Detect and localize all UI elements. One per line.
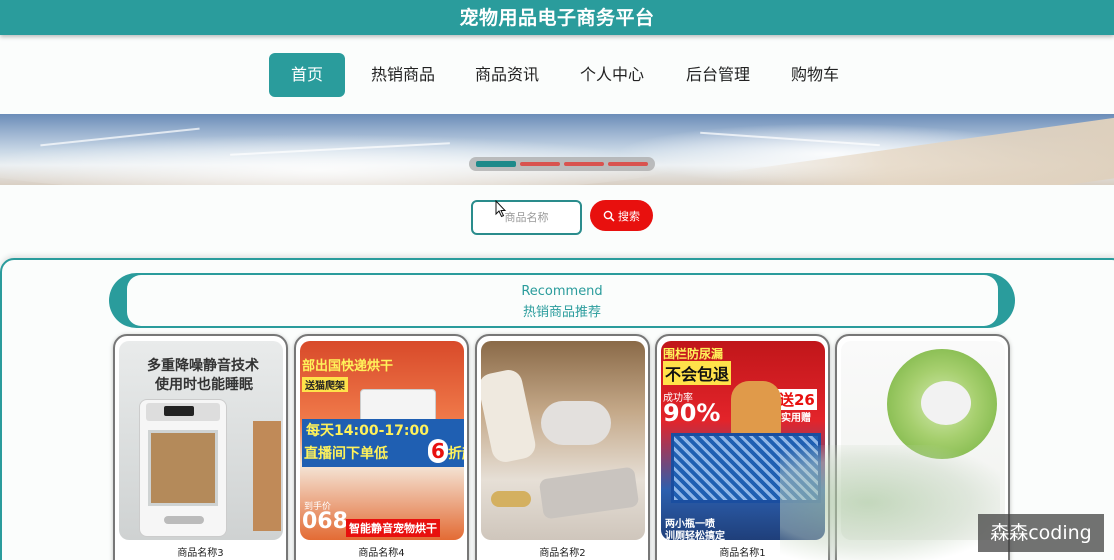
product-image-text: 直播间下单低 <box>304 446 388 462</box>
product-image-text: 训厕轻松搞定 <box>665 531 725 540</box>
carousel-dot[interactable] <box>608 162 648 166</box>
product-image-text: 送猫爬架 <box>302 377 348 392</box>
pet-tag-engraved <box>481 367 538 465</box>
product-image-text: 智能静音宠物烘干 <box>346 519 440 537</box>
product-name[interactable]: 商品名称3 <box>115 544 286 559</box>
product-card[interactable]: 商品名称2 <box>475 334 650 560</box>
product-card[interactable]: 多重降噪静音技术 使用时也能睡眠 商品名称3 <box>113 334 288 560</box>
product-image-text: 6 <box>428 439 448 463</box>
mouse-cursor-icon <box>495 200 507 218</box>
product-name[interactable]: 商品名称4 <box>296 544 467 559</box>
top-header-bar: 宠物用品电子商务平台 <box>0 0 1114 35</box>
carousel-indicators <box>469 157 655 171</box>
corgi-dog <box>731 381 781 441</box>
banner-carousel[interactable] <box>0 114 1114 185</box>
product-image-text: 送26 <box>777 389 817 410</box>
watermark: 森森coding <box>978 514 1104 552</box>
search-button[interactable]: 搜索 <box>590 200 653 231</box>
product-image-text: 90% <box>663 399 721 427</box>
nav-item-admin[interactable]: 后台管理 <box>678 53 758 97</box>
dryer-handle <box>164 516 204 524</box>
carousel-dot[interactable] <box>520 162 560 166</box>
product-image[interactable] <box>481 341 645 540</box>
product-image[interactable]: 多重降噪静音技术 使用时也能睡眠 <box>119 341 283 540</box>
nav-item-cart[interactable]: 购物车 <box>783 53 847 97</box>
product-image-text: 实用赠 <box>781 413 811 424</box>
product-name[interactable]: 商品名称2 <box>477 544 648 559</box>
product-image-text: 折起 <box>448 446 464 462</box>
background-furniture <box>253 421 281 531</box>
plush-face <box>921 381 971 425</box>
product-image-text: 使用时也能睡眠 <box>155 377 253 393</box>
search-input[interactable] <box>471 200 582 235</box>
pet-dryer-box <box>139 399 227 537</box>
product-image-text: 每天14:00-17:00 <box>302 419 464 441</box>
nav-item-product-news[interactable]: 商品资讯 <box>467 53 547 97</box>
main-nav: 首页 热销商品 商品资讯 个人中心 后台管理 购物车 <box>0 53 1114 97</box>
pet-tag-gold <box>491 491 531 507</box>
search-button-label: 搜索 <box>618 209 640 223</box>
recommend-title-cn: 热销商品推荐 <box>522 305 601 320</box>
search-icon <box>603 210 615 222</box>
nav-item-home[interactable]: 首页 <box>269 53 345 97</box>
product-card[interactable]: 部出国快递烘干 送猫爬架 每天14:00-17:00 直播间下单低 6 折起 到… <box>294 334 469 560</box>
dryer-window-cat <box>148 430 218 506</box>
promo-strip: 直播间下单低 6 折起 <box>302 439 464 467</box>
blurred-overlay <box>780 445 1000 560</box>
product-image-text: 部出国快递烘干 <box>302 359 394 374</box>
nav-item-personal-center[interactable]: 个人中心 <box>572 53 652 97</box>
carousel-dot-active[interactable] <box>476 161 516 167</box>
pet-tag-dog <box>538 466 640 520</box>
carousel-dot[interactable] <box>564 162 604 166</box>
dryer-display <box>164 406 194 416</box>
product-image[interactable]: 部出国快递烘干 送猫爬架 每天14:00-17:00 直播间下单低 6 折起 到… <box>300 341 464 540</box>
product-image-text: 不会包退 <box>663 361 732 385</box>
nav-item-hot-products[interactable]: 热销商品 <box>363 53 443 97</box>
recommend-title-en: Recommend <box>521 284 603 299</box>
site-title: 宠物用品电子商务平台 <box>459 7 655 29</box>
pet-tag-bone <box>541 401 611 445</box>
product-image-text: 068 <box>302 509 348 534</box>
product-image-text: 围栏防尿漏 <box>663 347 724 361</box>
product-image-text: 多重降噪静音技术 <box>147 358 259 374</box>
